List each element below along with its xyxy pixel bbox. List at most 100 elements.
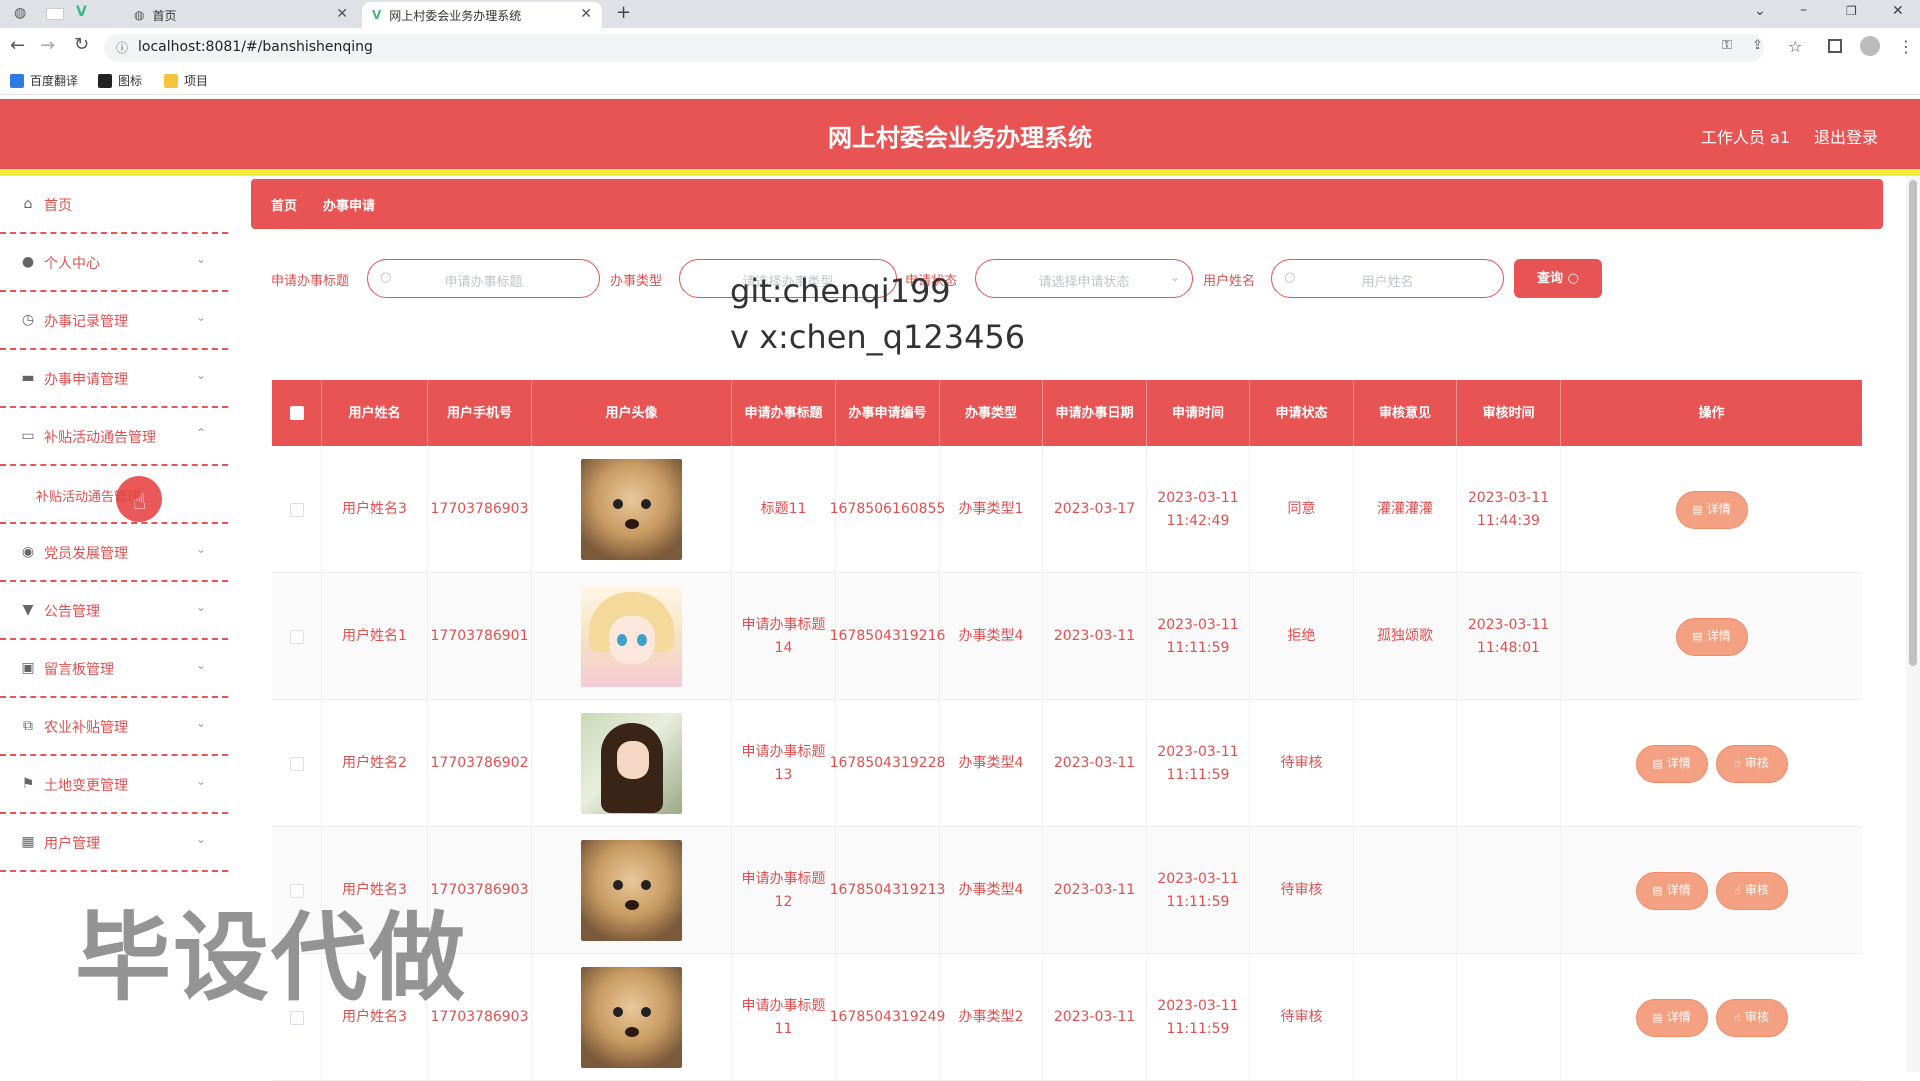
date-cell: 2023-03-11 bbox=[1043, 573, 1147, 700]
detail-button[interactable]: ▤ 详情 bbox=[1635, 871, 1708, 910]
user-icon: ● bbox=[21, 254, 35, 270]
bookmark-translate[interactable]: 百度翻译 bbox=[10, 72, 78, 89]
col-header: 办事申请编号 bbox=[836, 380, 940, 446]
col-header: 申请办事标题 bbox=[732, 380, 836, 446]
window-close-icon[interactable]: ✕ bbox=[1892, 3, 1904, 19]
type-select-label: 办事类型 bbox=[610, 274, 663, 289]
bookmark-icons[interactable]: 图标 bbox=[98, 72, 142, 89]
sidepanel-icon[interactable] bbox=[1828, 39, 1842, 53]
blank-tab-icon[interactable] bbox=[46, 8, 64, 20]
tab-home[interactable]: ◍ 首页 ✕ bbox=[126, 2, 358, 28]
reload-icon[interactable]: ↻ bbox=[74, 34, 89, 55]
chevron-down-icon: ⌄ bbox=[195, 658, 206, 672]
avatar-woman[interactable] bbox=[581, 713, 682, 814]
pin-icon: ◉ bbox=[21, 544, 35, 560]
close-icon[interactable]: ✕ bbox=[580, 6, 592, 22]
sidebar-subitem-subsidy-notice[interactable]: 补贴活动通告管理 bbox=[0, 466, 228, 524]
watermark-git: git:chenqi199 bbox=[730, 272, 951, 310]
actions-cell: ▤ 详情 bbox=[1561, 446, 1862, 573]
bookmark-project[interactable]: 项目 bbox=[164, 72, 208, 89]
sidebar-item-label: 用户管理 bbox=[44, 836, 100, 852]
title-search-input[interactable]: ○ 申请办事标题 bbox=[367, 259, 600, 298]
chevron-down-icon: ⌄ bbox=[195, 368, 206, 382]
sidebar-item-home[interactable]: ⌂ 首页 bbox=[0, 176, 228, 234]
table-row[interactable]: 用户姓名3 17703786903 申请办事标题12 1678504319213 办事类… bbox=[272, 827, 1862, 954]
table-row[interactable]: 用户姓名3 17703786903 标题11 1678506160855 办事类型1 20… bbox=[272, 446, 1862, 573]
phone-cell: 17703786903 bbox=[428, 446, 532, 573]
avatar-puppy[interactable] bbox=[581, 967, 682, 1068]
row-checkbox[interactable] bbox=[289, 756, 304, 771]
sidebar-item-messages[interactable]: ▣ 留言板管理 ⌄ bbox=[0, 640, 228, 698]
detail-button[interactable]: ▤ 详情 bbox=[1635, 998, 1708, 1037]
type-cell: 办事类型4 bbox=[940, 573, 1043, 700]
minimize-icon[interactable]: – bbox=[1800, 2, 1807, 18]
table-row[interactable]: 用户姓名3 17703786903 申请办事标题11 1678504319249 办事类… bbox=[272, 954, 1862, 1081]
logout-button[interactable]: 退出登录 bbox=[1814, 124, 1878, 148]
close-icon[interactable]: ✕ bbox=[336, 6, 348, 22]
star-icon[interactable]: ☆ bbox=[1788, 37, 1802, 56]
select-all-checkbox[interactable] bbox=[289, 406, 304, 420]
col-header: 审核时间 bbox=[1457, 380, 1561, 446]
sidebar-item-records[interactable]: ◷ 办事记录管理 ⌄ bbox=[0, 292, 228, 350]
info-icon[interactable]: ⓘ bbox=[116, 39, 128, 56]
share-icon[interactable]: ⇪ bbox=[1752, 38, 1763, 53]
col-header: 办事类型 bbox=[940, 380, 1043, 446]
sidebar-item-notices[interactable]: ▼ 公告管理 ⌄ bbox=[0, 582, 228, 640]
avatar-cell bbox=[532, 573, 732, 700]
review-button[interactable]: ☝ 审核 bbox=[1715, 744, 1788, 783]
table-row[interactable]: 用户姓名1 17703786901 申请办事标题14 1678504319216 办事类… bbox=[272, 573, 1862, 700]
apply-time-cell: 2023-03-11 11:42:49 bbox=[1147, 446, 1250, 573]
chevron-down-icon[interactable]: ⌄ bbox=[1754, 3, 1766, 19]
bookmark-label: 百度翻译 bbox=[30, 74, 79, 88]
forward-icon[interactable]: → bbox=[40, 35, 55, 56]
avatar-anime-girl[interactable] bbox=[581, 586, 682, 687]
review-button[interactable]: ☝ 审核 bbox=[1715, 871, 1788, 910]
sidebar-item-users[interactable]: ▦ 用户管理 ⌄ bbox=[0, 814, 228, 872]
key-icon[interactable]: ⚿ bbox=[1722, 38, 1732, 53]
row-checkbox[interactable] bbox=[289, 629, 304, 644]
type-cell: 办事类型1 bbox=[940, 446, 1043, 573]
name-search-input[interactable]: ○ 用户姓名 bbox=[1271, 259, 1504, 298]
actions-cell: ▤ 详情 bbox=[1561, 573, 1862, 700]
restore-icon[interactable]: ❐ bbox=[1846, 4, 1857, 18]
code-cell: 1678504319249 bbox=[830, 954, 945, 1081]
status-select-placeholder: 请选择申请状态 bbox=[1038, 275, 1130, 290]
date-cell: 2023-03-17 bbox=[1043, 446, 1147, 573]
avatar-puppy[interactable] bbox=[581, 840, 682, 941]
detail-button[interactable]: ▤ 详情 bbox=[1675, 490, 1748, 529]
detail-button[interactable]: ▤ 详情 bbox=[1635, 744, 1708, 783]
more-icon[interactable]: ⋮ bbox=[1898, 37, 1914, 56]
sidebar-item-profile[interactable]: ● 个人中心 ⌄ bbox=[0, 234, 228, 292]
select-all-cell bbox=[272, 380, 322, 446]
table-row[interactable]: 用户姓名2 17703786902 申请办事标题13 1678504319228 办事类… bbox=[272, 700, 1862, 827]
sidebar-item-land[interactable]: ⚑ 土地变更管理 ⌄ bbox=[0, 756, 228, 814]
avatar-puppy[interactable] bbox=[581, 459, 682, 560]
sidebar-item-party[interactable]: ◉ 党员发展管理 ⌄ bbox=[0, 524, 228, 582]
detail-button[interactable]: ▤ 详情 bbox=[1675, 617, 1748, 656]
new-tab-icon[interactable]: + bbox=[616, 2, 631, 23]
globe-icon[interactable]: ◍ bbox=[14, 5, 26, 21]
actions-cell: ▤ 详情 ☝ 审核 bbox=[1561, 827, 1862, 954]
review-time-cell: 2023-03-11 11:48:01 bbox=[1457, 573, 1561, 700]
chevron-down-icon: ⌄ bbox=[195, 252, 206, 266]
sidebar-item-agri-subsidy[interactable]: ⧉ 农业补贴管理 ⌄ bbox=[0, 698, 228, 756]
query-button[interactable]: 查询 ○ bbox=[1514, 259, 1602, 298]
sidebar-item-applications[interactable]: ▬ 办事申请管理 ⌄ bbox=[0, 350, 228, 408]
profile-avatar-icon[interactable] bbox=[1860, 36, 1880, 56]
scrollbar-thumb[interactable] bbox=[1909, 180, 1917, 666]
row-checkbox[interactable] bbox=[289, 502, 304, 517]
url-field[interactable]: ⓘ localhost:8081/#/banshishenqing ⚿ ⇪ bbox=[104, 34, 1764, 62]
row-select-cell bbox=[272, 573, 322, 700]
vue-icon[interactable]: V bbox=[76, 4, 87, 20]
review-button-label: 审核 bbox=[1744, 1010, 1769, 1024]
chevron-down-icon: ⌄ bbox=[195, 716, 206, 730]
status-cell: 拒绝 bbox=[1250, 573, 1354, 700]
title-cell: 申请办事标题13 bbox=[732, 700, 836, 827]
review-button[interactable]: ☝ 审核 bbox=[1715, 998, 1788, 1037]
tab-active[interactable]: V 网上村委会业务办理系统 ✕ bbox=[362, 2, 602, 28]
status-select[interactable]: 请选择申请状态 ⌄ bbox=[975, 259, 1193, 298]
avatar-cell bbox=[532, 954, 732, 1081]
breadcrumb-home[interactable]: 首页 bbox=[271, 195, 297, 214]
back-icon[interactable]: ← bbox=[10, 35, 25, 56]
sidebar-item-subsidy-notice[interactable]: ▭ 补贴活动通告管理 ⌃ bbox=[0, 408, 228, 466]
